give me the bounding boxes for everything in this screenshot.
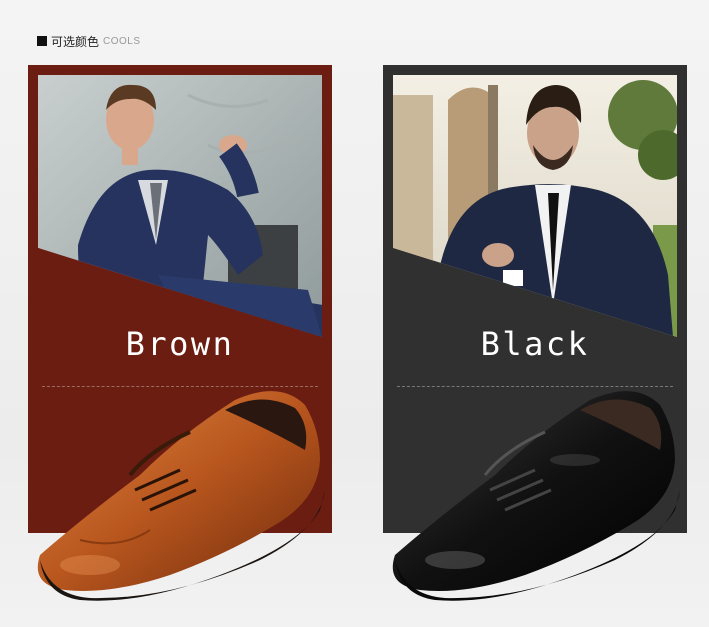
shoe-black-image	[392, 391, 680, 601]
model-photo-brown-image	[38, 75, 322, 337]
header-square-icon	[37, 36, 47, 46]
shoe-brown-image	[37, 391, 325, 601]
section-header: 可选颜色 COOLS	[37, 33, 141, 49]
header-title-en: COOLS	[103, 35, 141, 47]
model-photo-black-image	[393, 75, 677, 337]
color-name-black: Black	[480, 325, 590, 363]
model-photo-black	[393, 75, 677, 337]
color-name-brown: Brown	[125, 325, 235, 363]
model-photo-brown	[38, 75, 322, 337]
header-title-cn: 可选颜色	[51, 34, 100, 49]
